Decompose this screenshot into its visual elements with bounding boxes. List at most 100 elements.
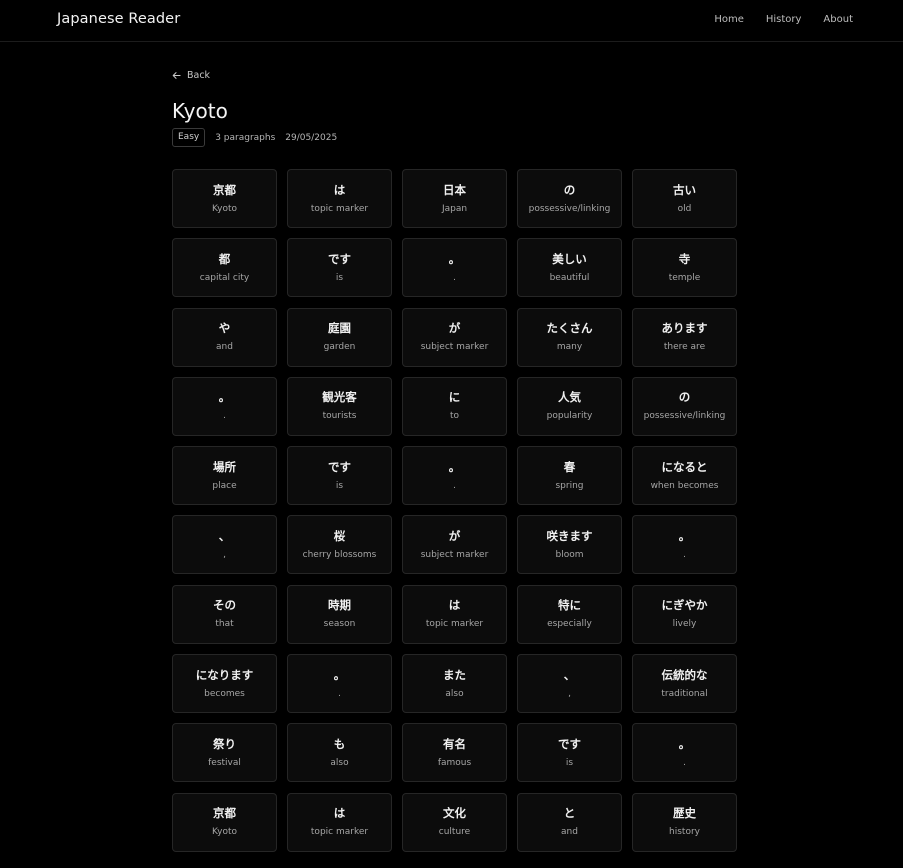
word-card[interactable]: 歴史 history [632,792,737,852]
word-card[interactable]: 京都 Kyoto [172,169,277,228]
word-card[interactable]: 祭り festival [172,723,277,783]
word-translation: many [556,342,583,353]
word-translation: is [335,480,344,491]
brand-logo[interactable]: Japanese Reader [57,11,180,27]
page-title: Kyoto [172,99,228,123]
word-translation: also [445,688,464,699]
word-card[interactable]: 。. [402,238,507,298]
word-translation: . [683,757,686,768]
word-card[interactable]: 寺 temple [632,238,737,298]
top-nav-bar: Japanese Reader Home History About [0,0,903,42]
word-card[interactable]: 。. [402,446,507,506]
word-translation: . [453,272,456,283]
word-card[interactable]: 春 spring [517,446,622,506]
word-japanese: その [213,598,236,613]
word-japanese: 寺 [678,251,691,266]
word-card[interactable]: 文化 culture [402,792,507,852]
word-card[interactable]: 咲きます bloom [517,515,622,575]
word-translation: to [449,411,460,422]
word-card[interactable]: 。. [632,723,737,783]
word-card[interactable]: の possessive/linking [632,376,737,436]
word-japanese: たくさん [546,321,593,336]
paragraph-count: 3 paragraphs [215,132,276,143]
word-card[interactable]: 庭園 garden [287,307,392,367]
word-card[interactable]: 有名 famous [402,723,507,783]
word-japanese: 庭園 [328,321,351,336]
word-translation: place [212,480,237,491]
word-translation: . [453,480,456,491]
word-card[interactable]: にぎやか lively [632,584,737,644]
word-card[interactable]: です is [287,446,392,506]
word-card[interactable]: 伝統的な traditional [632,654,737,714]
word-japanese: も [333,736,346,751]
word-card[interactable]: 特に especially [517,584,622,644]
word-card[interactable]: になると when becomes [632,446,737,506]
word-translation: bloom [555,549,584,560]
word-card[interactable]: の possessive/linking [517,169,622,228]
word-card[interactable]: たくさん many [517,307,622,367]
word-card[interactable]: は topic marker [287,169,392,228]
word-card[interactable]: です is [517,723,622,783]
word-translation: old [677,203,692,214]
word-translation: is [335,272,344,283]
word-translation: beautiful [549,272,590,283]
word-japanese: 咲きます [546,528,593,543]
word-japanese: 。 [678,736,691,751]
nav-history-link[interactable]: History [766,14,802,25]
word-card[interactable]: は topic marker [402,584,507,644]
word-card[interactable]: は topic marker [287,792,392,852]
word-japanese: 観光客 [322,390,357,405]
word-translation: history [669,827,700,838]
word-translation: is [565,757,574,768]
word-card[interactable]: 都 capital city [172,238,277,298]
word-card[interactable]: 。. [287,654,392,714]
word-japanese: 人気 [558,390,581,405]
nav-home-link[interactable]: Home [714,14,744,25]
word-card[interactable]: また also [402,654,507,714]
difficulty-badge: Easy [172,128,206,147]
word-japanese: にぎやか [661,598,708,613]
word-card[interactable]: 古い old [632,169,737,228]
word-japanese: が [448,528,461,543]
word-card[interactable]: 時期 season [287,584,392,644]
word-card[interactable]: 。. [172,376,277,436]
word-translation: topic marker [310,203,369,214]
word-translation: . [338,688,341,699]
word-card[interactable]: 京都 Kyoto [172,792,277,852]
word-japanese: と [563,806,576,821]
word-card[interactable]: 場所 place [172,446,277,506]
word-japanese: 、 [563,667,576,682]
word-card[interactable]: も also [287,723,392,783]
word-card[interactable]: に to [402,376,507,436]
word-translation: . [223,411,226,422]
word-card[interactable]: や and [172,307,277,367]
word-card[interactable]: 桜 cherry blossoms [287,515,392,575]
word-card[interactable]: と and [517,792,622,852]
word-japanese: 。 [333,667,346,682]
word-card[interactable]: 美しい beautiful [517,238,622,298]
word-card[interactable]: あります there are [632,307,737,367]
nav-about-link[interactable]: About [823,14,853,25]
word-card[interactable]: が subject marker [402,307,507,367]
word-card[interactable]: 、, [172,515,277,575]
word-card[interactable]: になります becomes [172,654,277,714]
word-translation: possessive/linking [528,203,611,214]
word-japanese: です [328,459,351,474]
word-card[interactable]: が subject marker [402,515,507,575]
word-card[interactable]: 。. [632,515,737,575]
word-japanese: 有名 [443,736,466,751]
word-translation: , [568,688,571,699]
word-card[interactable]: です is [287,238,392,298]
word-card[interactable]: 、, [517,654,622,714]
word-card[interactable]: 観光客 tourists [287,376,392,436]
word-japanese: 。 [678,528,691,543]
word-translation: spring [555,480,584,491]
back-button[interactable]: Back [172,70,210,81]
word-card[interactable]: 人気 popularity [517,376,622,436]
word-translation: Kyoto [211,203,238,214]
word-japanese: 場所 [213,459,236,474]
word-card[interactable]: 日本 Japan [402,169,507,228]
back-label: Back [187,70,211,81]
word-translation: season [323,619,356,630]
word-card[interactable]: その that [172,584,277,644]
